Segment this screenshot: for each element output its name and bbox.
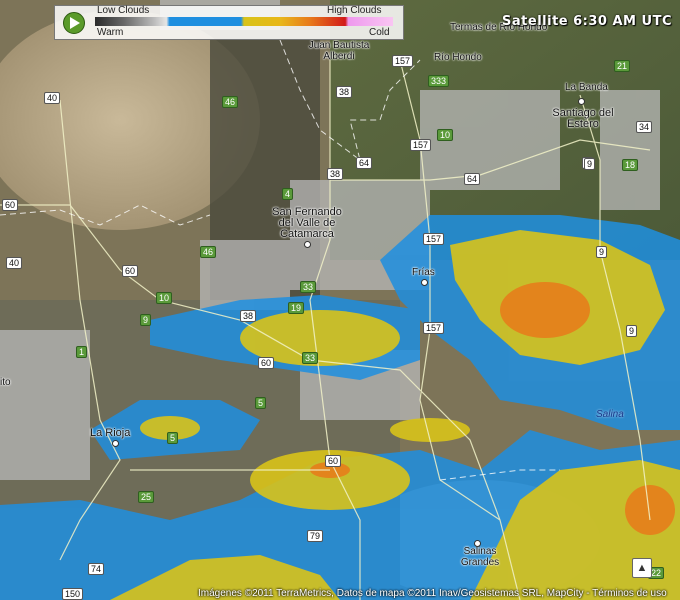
route-shield: 64	[464, 173, 481, 185]
town-marker	[112, 440, 119, 447]
route-shield: 60	[122, 265, 139, 277]
legend-low-clouds: Low Clouds	[97, 5, 150, 16]
route-shield: 33	[300, 281, 317, 293]
route-shield: 1	[76, 346, 88, 358]
route-shield: 40	[6, 257, 23, 269]
route-shield: 10	[156, 292, 173, 304]
place-frias: Frías	[412, 267, 435, 278]
route-shield: 10	[437, 129, 454, 141]
route-shield: 9	[584, 158, 596, 170]
route-shield: 18	[622, 159, 639, 171]
play-button[interactable]	[63, 12, 85, 34]
route-shield: 38	[327, 168, 344, 180]
route-shield: 38	[240, 310, 257, 322]
map-control-icon[interactable]: ▲	[632, 558, 652, 578]
route-shield: 46	[200, 246, 217, 258]
town-marker	[474, 540, 481, 547]
route-shield: 19	[288, 302, 305, 314]
route-shield: 46	[222, 96, 239, 108]
route-shield: 4	[282, 188, 294, 200]
route-shield: 150	[62, 588, 84, 600]
route-shield: 60	[325, 455, 342, 467]
route-shield: 38	[336, 86, 353, 98]
place-catamarca: San Fernando del Valle de Catamarca	[272, 206, 342, 240]
town-marker	[578, 98, 585, 105]
route-shield: 64	[356, 157, 373, 169]
route-shield: 157	[392, 55, 414, 67]
route-shield: 333	[428, 75, 450, 87]
legend-warm: Warm	[97, 27, 124, 38]
cloud-legend: Low Clouds High Clouds Warm Cold	[54, 5, 404, 40]
satellite-timestamp: Satellite 6:30 AM UTC	[502, 14, 672, 29]
place-la-rioja: La Rioja	[90, 427, 131, 439]
route-shield: 79	[307, 530, 324, 542]
play-icon	[70, 17, 80, 29]
route-shield: 21	[614, 60, 631, 72]
town-marker	[304, 241, 311, 248]
place-santiago: Santiago del Estero	[552, 107, 614, 130]
legend-high-clouds: High Clouds	[327, 5, 382, 16]
route-shield: 157	[423, 233, 445, 245]
place-salina: Salina	[596, 409, 624, 420]
route-shield: 157	[423, 322, 445, 334]
route-shield: 60	[2, 199, 19, 211]
route-shield: 5	[167, 432, 179, 444]
route-shield: 9	[596, 246, 608, 258]
place-salinas-grandes: Salinas Grandes	[460, 546, 500, 568]
town-marker	[421, 279, 428, 286]
place-edge-ito: ito	[0, 377, 11, 388]
route-shield: 74	[88, 563, 105, 575]
place-juan-bautista: Juan Bautista Alberdi	[308, 40, 370, 62]
place-la-banda: La Banda	[565, 82, 608, 93]
legend-color-bar	[95, 17, 393, 26]
route-shield: 40	[44, 92, 61, 104]
map-credits[interactable]: Imágenes ©2011 TerraMetrics, Datos de ma…	[198, 588, 667, 599]
route-shield: 60	[258, 357, 275, 369]
route-shield: 33	[302, 352, 319, 364]
legend-cold: Cold	[369, 27, 390, 38]
route-shield: 157	[410, 139, 432, 151]
place-rio-hondo: Río Hondo	[434, 52, 482, 63]
route-shield: 9	[140, 314, 152, 326]
route-shield: 25	[138, 491, 155, 503]
route-shield: 9	[626, 325, 638, 337]
route-shield: 5	[255, 397, 267, 409]
route-shield: 34	[636, 121, 653, 133]
